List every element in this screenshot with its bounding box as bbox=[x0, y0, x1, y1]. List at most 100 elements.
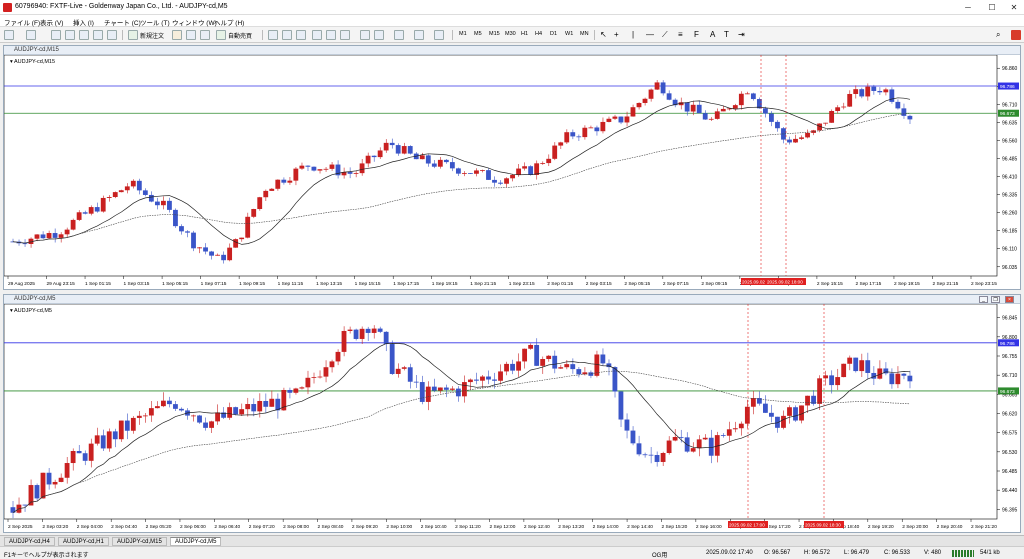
arrows-icon[interactable]: ⇥ bbox=[738, 30, 748, 40]
trendline-icon[interactable]: ⟋ bbox=[662, 30, 672, 40]
new-order-button[interactable]: 新規注文 bbox=[140, 31, 164, 40]
menu-window[interactable]: ウィンドウ (W) bbox=[172, 17, 217, 27]
market-watch-icon[interactable] bbox=[51, 30, 61, 40]
candle-body bbox=[528, 166, 534, 175]
minimize-button[interactable]: ─ bbox=[960, 2, 976, 13]
new-chart-icon[interactable] bbox=[4, 30, 14, 40]
timeframe-m1[interactable]: M1 bbox=[459, 31, 467, 37]
candle-body bbox=[124, 420, 130, 431]
candle-body bbox=[769, 113, 774, 122]
timeframe-h4[interactable]: H4 bbox=[535, 31, 542, 37]
candle-body bbox=[365, 328, 371, 333]
candle-body bbox=[865, 360, 871, 373]
time-tick-label: 2 Sep 15:15 bbox=[817, 281, 843, 287]
candle-body bbox=[901, 108, 907, 116]
auto-scroll-icon[interactable] bbox=[360, 30, 370, 40]
candle-body bbox=[558, 367, 564, 369]
channel-icon[interactable]: ≡ bbox=[678, 30, 688, 40]
metaeditor-icon[interactable] bbox=[172, 30, 182, 40]
time-tick-label: 2 Sep 23:15 bbox=[971, 281, 997, 287]
timeframe-m15[interactable]: M15 bbox=[489, 31, 500, 37]
candle-body bbox=[558, 142, 564, 146]
label-tool-icon[interactable]: T bbox=[724, 30, 734, 40]
chart-window-m5[interactable]: AUDJPY-cd,M5 _ ❐ × ▾ AUDJPY-cd,M5 96.845 9… bbox=[3, 294, 1021, 533]
timeframe-w1[interactable]: W1 bbox=[565, 31, 573, 37]
chart-shift-icon[interactable] bbox=[374, 30, 384, 40]
tab-h4[interactable]: AUDJPY-cd,H4 bbox=[4, 537, 55, 546]
candle-body bbox=[40, 234, 46, 239]
periods-icon[interactable] bbox=[414, 30, 424, 40]
chart-close-button[interactable]: × bbox=[1005, 296, 1014, 303]
tab-m5[interactable]: AUDJPY-cd,M5 bbox=[170, 537, 222, 546]
horizontal-line-icon[interactable]: — bbox=[646, 30, 656, 40]
timeframe-m5[interactable]: M5 bbox=[474, 31, 482, 37]
candle-body bbox=[588, 127, 594, 129]
vertical-line-icon[interactable]: | bbox=[632, 30, 642, 40]
templates-icon[interactable] bbox=[434, 30, 444, 40]
line-chart-icon[interactable] bbox=[296, 30, 306, 40]
candle-body bbox=[185, 231, 190, 233]
profiles-icon[interactable] bbox=[26, 30, 36, 40]
new-order-icon[interactable] bbox=[128, 30, 138, 40]
tab-m15[interactable]: AUDJPY-cd,M15 bbox=[112, 537, 167, 546]
candlestick-icon[interactable] bbox=[282, 30, 292, 40]
timeframe-h1[interactable]: H1 bbox=[521, 31, 528, 37]
timeframe-d1[interactable]: D1 bbox=[550, 31, 557, 37]
maximize-button[interactable]: ☐ bbox=[984, 2, 1000, 13]
menu-tools[interactable]: ツール (T) bbox=[140, 17, 170, 27]
candle-body bbox=[564, 132, 570, 143]
menu-file[interactable]: ファイル (F) bbox=[4, 17, 40, 27]
chart-canvas-m5[interactable]: ▾ AUDJPY-cd,M596.84596.80096.75596.71096… bbox=[4, 304, 1020, 533]
search-icon[interactable]: ⌕ bbox=[996, 30, 1006, 40]
candle-body bbox=[191, 232, 196, 249]
bar-chart-icon[interactable] bbox=[268, 30, 278, 40]
menu-insert[interactable]: 挿入 (I) bbox=[73, 17, 94, 27]
chart-caption-title: AUDJPY-cd,M15 bbox=[14, 47, 59, 53]
strategy-tester-icon[interactable] bbox=[107, 30, 117, 40]
time-tick-label: 1 Sep 07:15 bbox=[201, 281, 227, 287]
menu-help[interactable]: ヘルプ (H) bbox=[214, 17, 244, 27]
menu-view[interactable]: 表示 (V) bbox=[40, 17, 63, 27]
tile-windows-icon[interactable] bbox=[340, 30, 350, 40]
terminal-icon[interactable] bbox=[93, 30, 103, 40]
auto-trading-icon[interactable] bbox=[216, 30, 226, 40]
signals-icon[interactable] bbox=[186, 30, 196, 40]
text-tool-icon[interactable]: A bbox=[710, 30, 720, 40]
mql5-icon[interactable] bbox=[1011, 30, 1021, 40]
candle-body bbox=[787, 139, 792, 143]
time-tick-label: 2 Sep 21:15 bbox=[932, 281, 958, 287]
candle-body bbox=[841, 363, 847, 378]
crosshair-icon[interactable]: + bbox=[614, 30, 624, 40]
data-window-icon[interactable] bbox=[65, 30, 75, 40]
price-tick-label: 96.530 bbox=[1002, 450, 1018, 456]
candle-body bbox=[738, 93, 744, 106]
indicators-icon[interactable] bbox=[394, 30, 404, 40]
candle-body bbox=[167, 400, 172, 405]
price-tick-label: 96.410 bbox=[1002, 175, 1018, 181]
timeframe-mn[interactable]: MN bbox=[580, 31, 589, 37]
close-button[interactable]: ✕ bbox=[1006, 2, 1022, 13]
status-traffic: 54/1 kb bbox=[980, 550, 1000, 556]
market-icon[interactable] bbox=[200, 30, 210, 40]
cursor-icon[interactable]: ↖ bbox=[600, 30, 610, 40]
time-tick-label: 2 Sep 06:40 bbox=[214, 524, 240, 530]
navigator-icon[interactable] bbox=[79, 30, 89, 40]
chart-minimize-button[interactable]: _ bbox=[979, 296, 988, 303]
price-tick-label: 96.860 bbox=[1002, 66, 1018, 72]
chart-canvas-m15[interactable]: ▾ AUDJPY-cd,M1596.86096.78596.71096.6359… bbox=[4, 55, 1020, 290]
time-tick-label: 2 Sep 11:20 bbox=[455, 524, 481, 530]
candle-body bbox=[618, 116, 624, 123]
auto-trading-button[interactable]: 自動売買 bbox=[228, 31, 252, 40]
candle-body bbox=[744, 406, 750, 424]
candle-body bbox=[251, 404, 257, 412]
menu-chart[interactable]: チャート (C) bbox=[104, 17, 141, 27]
candle-body bbox=[498, 182, 503, 184]
chart-window-m15[interactable]: AUDJPY-cd,M15 ▾ AUDJPY-cd,M15 96.860 96.78… bbox=[3, 45, 1021, 290]
candle-body bbox=[642, 454, 648, 456]
timeframe-m30[interactable]: M30 bbox=[505, 31, 516, 37]
tab-h1[interactable]: AUDJPY-cd,H1 bbox=[58, 537, 109, 546]
fibonacci-icon[interactable]: F bbox=[694, 30, 704, 40]
zoom-out-icon[interactable] bbox=[326, 30, 336, 40]
zoom-in-icon[interactable] bbox=[312, 30, 322, 40]
chart-restore-button[interactable]: ❐ bbox=[991, 296, 1000, 303]
